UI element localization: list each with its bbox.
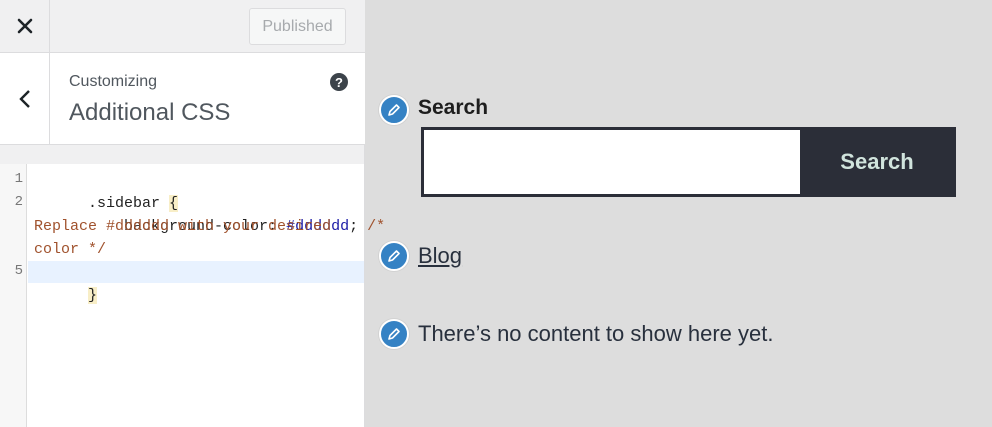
css-comment: /* (367, 218, 386, 235)
section-title: Additional CSS (69, 99, 231, 126)
customizer-panel: Published Customizing Additional CSS ? 1… (0, 0, 385, 427)
pencil-icon (388, 250, 400, 262)
line-number: 1 (14, 171, 23, 187)
edit-search-widget-button[interactable] (379, 95, 409, 125)
customizer-header: Published (0, 0, 365, 53)
css-semicolon: ; (349, 218, 368, 235)
line-number-gutter: 1 2 5 (0, 164, 27, 427)
edit-blog-widget-button[interactable] (379, 241, 409, 271)
close-icon (17, 18, 32, 34)
blog-link[interactable]: Blog (418, 243, 462, 269)
customizing-label: Customizing (69, 73, 158, 90)
close-customizer-button[interactable] (0, 0, 50, 52)
css-code-editor[interactable]: 1 2 5 .sidebar { background-color: #dddd… (0, 164, 385, 427)
help-icon[interactable]: ? (330, 73, 348, 91)
code-line: color */ (34, 241, 107, 258)
section-header: Customizing Additional CSS ? (0, 53, 365, 145)
code-line: } (34, 261, 98, 330)
edit-content-widget-button[interactable] (379, 319, 409, 349)
pencil-icon (388, 104, 400, 116)
chevron-left-icon (18, 89, 30, 108)
close-brace: } (88, 287, 98, 304)
search-button[interactable]: Search (801, 130, 953, 194)
code-line: Replace #dddddd with your desired (34, 218, 332, 235)
line-number: 5 (14, 263, 23, 279)
published-button[interactable]: Published (249, 8, 346, 45)
search-widget-heading: Search (418, 96, 489, 119)
line-number: 2 (14, 194, 23, 210)
empty-content-message: There’s no content to show here yet. (418, 321, 774, 346)
search-input[interactable] (424, 130, 800, 194)
back-button[interactable] (0, 53, 50, 144)
pencil-icon (388, 328, 400, 340)
